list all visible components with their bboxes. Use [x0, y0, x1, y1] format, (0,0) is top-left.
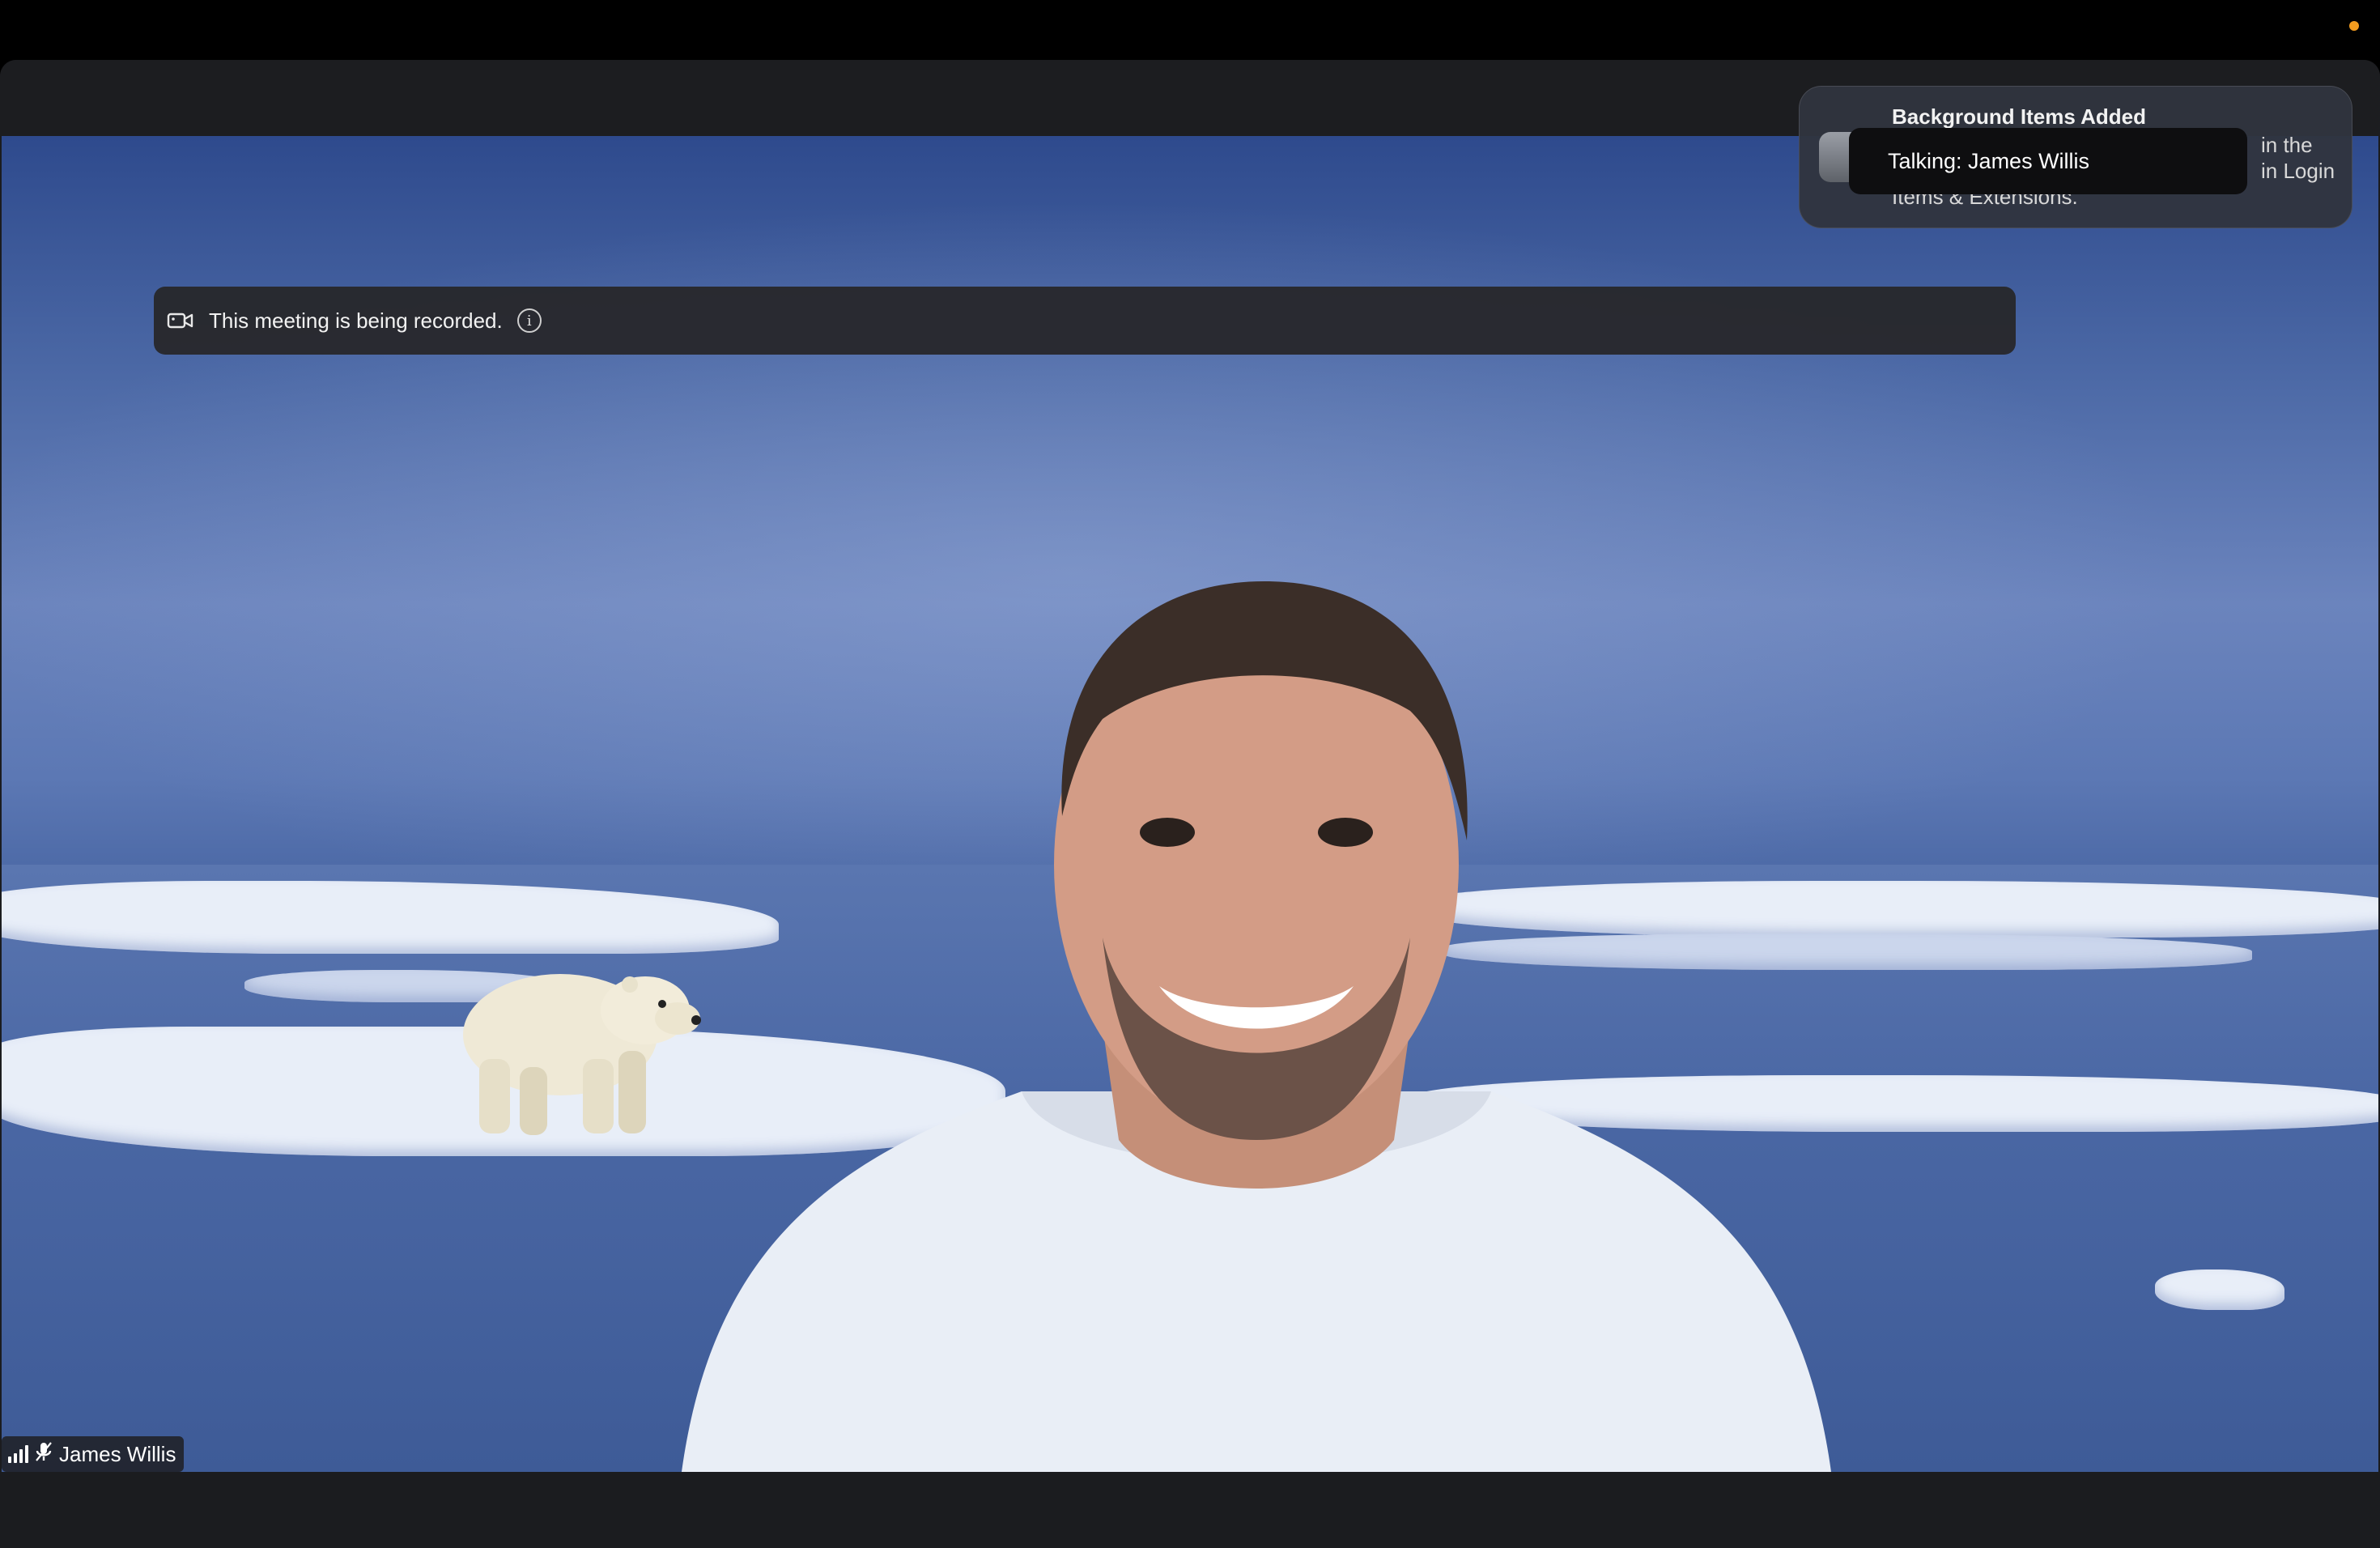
notification-body-line: in the	[2261, 133, 2313, 157]
participant-name: James Willis	[59, 1441, 176, 1466]
notification-body-line: in Login	[2261, 159, 2335, 183]
talking-indicator: Talking: James Willis	[1849, 128, 2247, 194]
meeting-window: This meeting is being recorded. i	[0, 60, 2380, 1548]
notification-body-right: in the in Login	[2261, 132, 2345, 184]
polar-bear-image	[463, 974, 701, 1135]
recording-banner: This meeting is being recorded. i	[154, 287, 2016, 355]
ice-floe	[2155, 1269, 2284, 1310]
camera-in-use-indicator	[2349, 21, 2359, 31]
info-icon[interactable]: i	[516, 308, 542, 333]
participant-person-image	[682, 581, 1831, 1472]
menu-bar	[0, 0, 2380, 60]
video-camera-icon	[167, 308, 199, 333]
participant-name-tag: James Willis	[2, 1436, 185, 1472]
recording-banner-text: This meeting is being recorded.	[209, 308, 503, 333]
bottom-bar	[0, 1472, 2380, 1548]
microphone-icon	[35, 1441, 53, 1468]
notification-title: Background Items Added	[1892, 104, 2146, 129]
signal-strength-icon	[8, 1445, 28, 1463]
participant-video[interactable]: This meeting is being recorded. i	[2, 136, 2378, 1472]
